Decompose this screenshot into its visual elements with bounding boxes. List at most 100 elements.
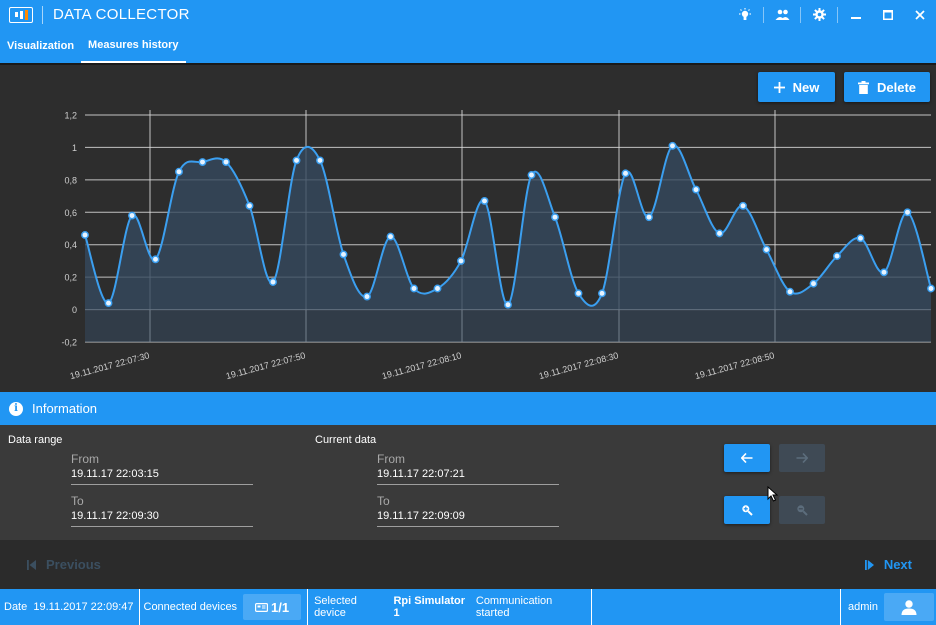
data-point xyxy=(621,169,630,178)
user-button[interactable] xyxy=(884,593,934,621)
connected-count: 1/1 xyxy=(271,599,290,615)
close-icon[interactable] xyxy=(904,0,936,29)
data-point xyxy=(598,289,606,298)
data-point xyxy=(316,156,324,165)
x-tick-label: 19.11.2017 22:08:50 xyxy=(694,350,776,381)
tab-measures-history[interactable]: Measures history xyxy=(81,29,186,63)
x-tick-label: 19.11.2017 22:08:10 xyxy=(381,350,463,381)
data-point xyxy=(856,234,865,243)
status-selected-label: Selected device xyxy=(314,595,357,619)
data-point xyxy=(574,289,583,298)
status-selected-device: Selected device Rpi Simulator 1 Communic… xyxy=(308,589,593,625)
current-data-from-field[interactable]: 19.11.17 22:07:21 xyxy=(377,468,559,485)
status-bar: Date 19.11.2017 22:09:47 Connected devic… xyxy=(0,589,936,625)
pager: Previous Next xyxy=(0,540,936,589)
status-user: admin xyxy=(840,589,936,625)
data-point xyxy=(269,278,277,286)
users-icon[interactable] xyxy=(766,0,798,29)
maximize-icon[interactable] xyxy=(872,0,904,29)
data-point xyxy=(762,245,771,254)
gear-icon[interactable] xyxy=(803,0,835,29)
information-header: i Information xyxy=(0,392,936,425)
data-point xyxy=(880,268,888,277)
title-bar: DATA COLLECTOR xyxy=(0,0,936,29)
status-connected-devices: Connected devices 1/1 xyxy=(140,589,309,625)
data-point xyxy=(551,213,559,222)
data-point xyxy=(81,231,89,239)
user-icon xyxy=(901,599,917,615)
y-tick-label: 0,6 xyxy=(64,208,77,218)
data-point xyxy=(292,156,301,165)
data-range-from-label: From xyxy=(71,452,99,466)
delete-button-label: Delete xyxy=(876,79,917,95)
previous-label: Previous xyxy=(46,557,101,572)
info-icon: i xyxy=(9,401,23,416)
current-data-to-field[interactable]: 19.11.17 22:09:09 xyxy=(377,510,559,527)
data-point xyxy=(809,279,818,288)
data-point xyxy=(692,185,700,194)
connected-devices-button[interactable]: 1/1 xyxy=(243,594,302,620)
data-point xyxy=(104,299,113,308)
data-point xyxy=(410,284,418,293)
y-tick-label: 1,2 xyxy=(64,111,77,121)
data-point xyxy=(504,300,512,309)
data-point xyxy=(715,229,724,238)
y-tick-label: 0,4 xyxy=(64,240,77,250)
data-range-to-label: To xyxy=(71,494,84,508)
y-tick-label: 0,8 xyxy=(64,175,77,185)
tab-visualization[interactable]: Visualization xyxy=(0,29,81,63)
data-point xyxy=(386,232,395,241)
skip-next-icon xyxy=(864,559,874,570)
y-tick-label: -0,2 xyxy=(61,338,77,348)
data-point xyxy=(645,213,653,222)
data-point xyxy=(339,250,348,259)
data-point xyxy=(786,287,794,296)
current-data-to-label: To xyxy=(377,494,390,508)
x-tick-label: 19.11.2017 22:07:50 xyxy=(225,350,307,381)
status-date: Date 19.11.2017 22:09:47 xyxy=(0,589,140,625)
new-button[interactable]: New xyxy=(758,72,835,102)
arrow-left-icon xyxy=(741,453,753,463)
device-icon xyxy=(255,602,269,612)
next-label: Next xyxy=(883,557,912,572)
arrow-right-icon xyxy=(796,453,808,463)
back-button[interactable] xyxy=(724,444,770,472)
tab-bar: Visualization Measures history xyxy=(0,29,936,63)
data-point xyxy=(480,196,489,205)
data-point xyxy=(527,171,536,179)
current-data-title: Current data xyxy=(315,434,377,446)
data-point xyxy=(903,208,912,217)
data-point xyxy=(457,256,465,265)
data-range-from-field[interactable]: 19.11.17 22:03:15 xyxy=(71,468,253,485)
history-chart: 1,2 1 0,8 0,6 0,4 0,2 0 -0,2 19.11.2017 22:07:30… xyxy=(61,110,935,381)
status-communication: Communication started xyxy=(475,595,553,619)
data-point xyxy=(833,252,841,261)
toolbar-divider xyxy=(837,6,838,23)
forward-button[interactable] xyxy=(779,444,825,472)
series-area xyxy=(85,145,931,310)
trash-icon xyxy=(857,80,869,94)
data-point xyxy=(363,292,371,301)
zoom-in-icon xyxy=(742,505,753,516)
y-tick-label: 1 xyxy=(72,143,77,153)
title-divider xyxy=(42,5,43,24)
status-date-value: 19.11.2017 22:09:47 xyxy=(33,601,134,613)
data-range-to-field[interactable]: 19.11.17 22:09:30 xyxy=(71,510,253,527)
app-title: DATA COLLECTOR xyxy=(53,6,190,23)
status-date-label: Date xyxy=(4,601,28,613)
status-username: admin xyxy=(848,601,878,613)
information-title: Information xyxy=(32,401,98,416)
chart-panel: 1,2 1 0,8 0,6 0,4 0,2 0 -0,2 19.11.2017 22:07:30… xyxy=(0,65,936,392)
mouse-cursor-icon xyxy=(767,486,779,502)
next-button[interactable]: Next xyxy=(864,557,912,572)
delete-button[interactable]: Delete xyxy=(844,72,930,102)
app-logo-icon xyxy=(9,6,33,23)
zoom-in-button[interactable] xyxy=(724,496,770,524)
minimize-icon[interactable] xyxy=(840,0,872,29)
information-panel: Data range From 19.11.17 22:03:15 To 19.… xyxy=(0,425,936,540)
x-tick-label: 19.11.2017 22:08:30 xyxy=(538,350,620,381)
previous-button[interactable]: Previous xyxy=(27,557,101,572)
skip-previous-icon xyxy=(27,559,36,570)
bulb-icon[interactable] xyxy=(729,0,761,29)
zoom-out-button[interactable] xyxy=(779,496,825,524)
